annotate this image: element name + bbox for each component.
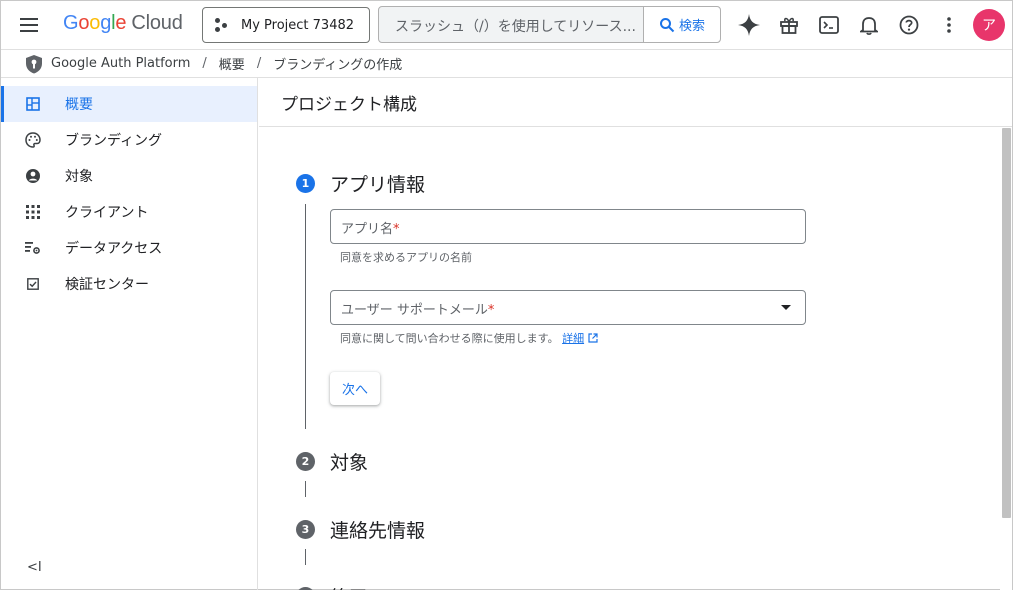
step-title-audience[interactable]: 対象 <box>330 448 368 475</box>
breadcrumb-item-current: ブランディングの作成 <box>273 58 403 73</box>
support-email-label: ユーザー サポートメール <box>341 303 488 318</box>
step-connector <box>305 549 306 565</box>
step-title-app-info[interactable]: アプリ情報 <box>330 170 425 197</box>
checkbox-icon <box>25 276 41 292</box>
breadcrumb: Google Auth Platform / 概要 / ブランディングの作成 <box>1 49 1012 78</box>
auth-platform-shield-icon <box>25 54 43 74</box>
dashboard-icon <box>25 96 41 112</box>
logo-cloud-text: Cloud <box>131 12 183 34</box>
sidebar-item-data-access[interactable]: データアクセス <box>1 230 257 266</box>
cloud-shell-icon[interactable] <box>817 13 841 37</box>
sidebar-item-branding[interactable]: ブランディング <box>1 122 257 158</box>
main-menu-icon[interactable] <box>15 13 43 37</box>
app-name-field[interactable]: アプリ名* <box>330 209 806 244</box>
sidebar-item-audience[interactable]: 対象 <box>1 158 257 194</box>
search-icon <box>659 17 675 32</box>
open-in-new-icon <box>587 333 598 343</box>
sidebar-item-clients[interactable]: クライアント <box>1 194 257 230</box>
sidebar-item-label: 対象 <box>65 169 93 185</box>
scrollbar-thumb[interactable] <box>1002 128 1011 518</box>
collapse-sidebar-button[interactable]: <I <box>27 560 42 575</box>
required-mark: * <box>393 222 400 237</box>
logo-letter: g <box>100 12 112 34</box>
dropdown-arrow-icon <box>781 305 791 310</box>
data-access-icon <box>25 240 41 256</box>
step-title-finish[interactable]: 終了 <box>330 583 368 590</box>
main-content: プロジェクト構成 1 アプリ情報 アプリ名* 同意を求めるアプリの名前 ユーザー… <box>259 78 1012 590</box>
sidebar-item-label: ブランディング <box>65 133 163 149</box>
sidebar-item-verification-center[interactable]: 検証センター <box>1 266 257 302</box>
learn-more-link[interactable]: 詳細 <box>562 332 584 345</box>
support-email-hint-text: 同意に関して問い合わせる際に使用します。 <box>340 332 559 345</box>
sidebar-item-overview[interactable]: 概要 <box>1 86 257 122</box>
project-picker-button[interactable]: My Project 73482 <box>202 7 370 43</box>
breadcrumb-item-overview[interactable]: 概要 <box>219 54 245 73</box>
logo-letter: e <box>115 12 127 34</box>
sidebar-item-label: クライアント <box>65 205 149 221</box>
logo-letter: o <box>78 12 90 34</box>
gemini-sparkle-icon[interactable] <box>737 13 761 37</box>
support-email-hint: 同意に関して問い合わせる際に使用します。 詳細 <box>340 330 598 346</box>
support-email-select[interactable]: ユーザー サポートメール* <box>330 290 806 325</box>
sidebar-item-label: 検証センター <box>65 277 149 293</box>
step-number-3: 3 <box>296 520 315 539</box>
account-avatar[interactable]: ア <box>973 9 1005 41</box>
project-icon <box>215 18 229 32</box>
person-circle-icon <box>25 168 41 184</box>
required-mark: * <box>487 303 495 318</box>
page-title: プロジェクト構成 <box>281 95 417 115</box>
palette-icon <box>25 132 41 148</box>
search-button-label: 検索 <box>678 19 705 34</box>
search-button[interactable]: 検索 <box>643 7 720 42</box>
divider <box>259 126 1012 127</box>
logo-letter: o <box>89 12 101 34</box>
step-number-2: 2 <box>296 452 315 471</box>
gift-icon[interactable] <box>777 13 801 37</box>
step-title-contact-info[interactable]: 連絡先情報 <box>330 516 425 543</box>
sidebar: 概要 ブランディング 対象 クライアント データアクセス 検証センター <I <box>1 78 258 590</box>
breadcrumb-separator: / <box>256 56 262 71</box>
grid-icon <box>25 204 41 220</box>
project-name: My Project 73482 <box>241 17 355 33</box>
notifications-icon[interactable] <box>857 13 881 37</box>
more-vert-icon[interactable] <box>937 13 961 37</box>
app-name-label: アプリ名 <box>341 222 394 237</box>
breadcrumb-separator: / <box>202 56 207 71</box>
app-name-hint: 同意を求めるアプリの名前 <box>340 251 472 264</box>
search-input[interactable]: スラッシュ（/）を使用してリソース... <box>379 7 643 42</box>
help-icon[interactable] <box>897 13 921 37</box>
breadcrumb-product[interactable]: Google Auth Platform <box>51 56 190 71</box>
sidebar-item-label: データアクセス <box>65 241 163 257</box>
logo-letter: G <box>63 12 79 34</box>
top-bar: Google Cloud My Project 73482 スラッシュ（/）を使用… <box>1 1 1012 49</box>
step-number-1: 1 <box>296 174 315 193</box>
search-box[interactable]: スラッシュ（/）を使用してリソース... 検索 <box>378 6 721 43</box>
step-connector <box>305 204 306 429</box>
step-connector <box>305 481 306 497</box>
sidebar-item-label: 概要 <box>65 97 93 113</box>
google-cloud-logo[interactable]: Google Cloud <box>63 12 183 35</box>
next-button[interactable]: 次へ <box>330 372 380 405</box>
